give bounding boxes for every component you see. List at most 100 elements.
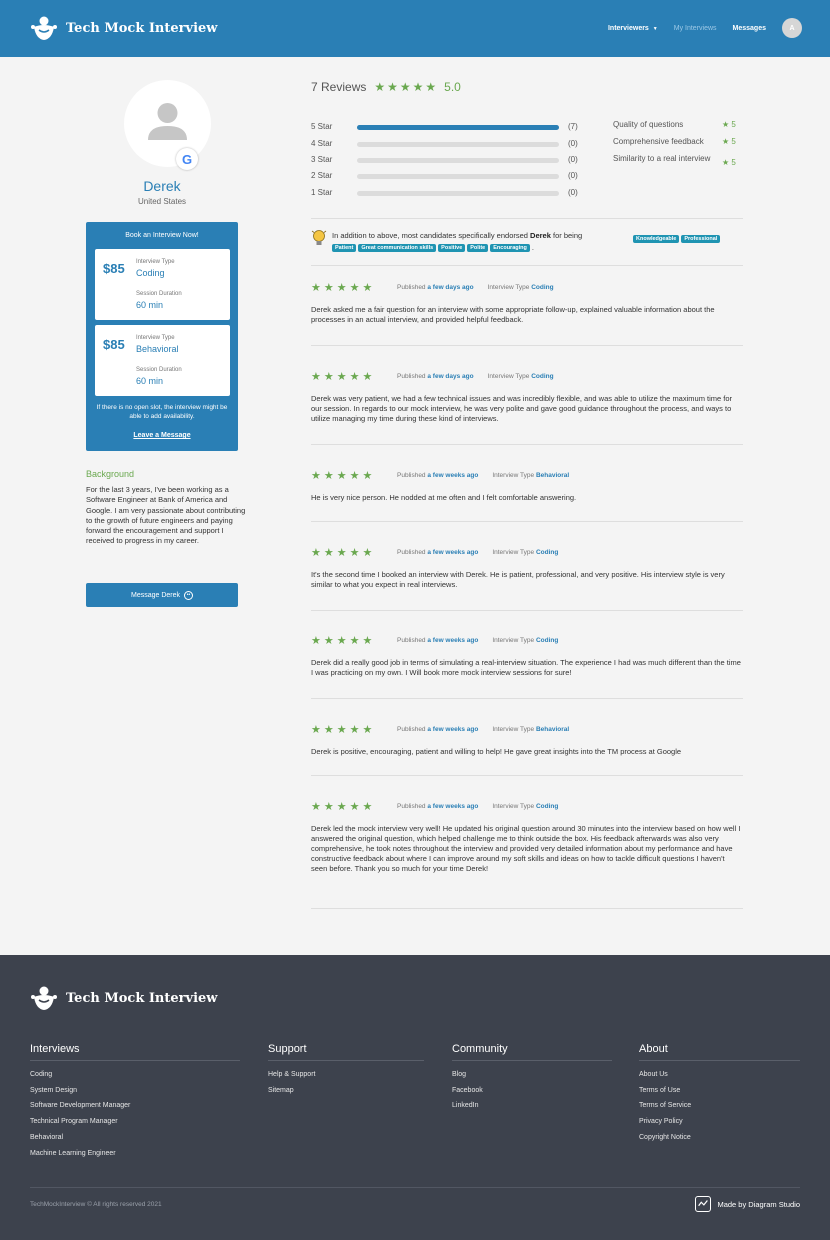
review-meta: Published a few days ago Interview Type C…	[397, 284, 554, 291]
footer-link[interactable]: Technical Program Manager	[30, 1114, 240, 1130]
footer-link[interactable]: Sitemap	[268, 1083, 424, 1099]
rating-bar-4: 4 Star (0)	[311, 139, 591, 151]
endorsement-end: .	[531, 243, 534, 252]
published-label: Published	[397, 549, 426, 556]
review-meta: Published a few weeks ago Interview Type …	[397, 472, 569, 479]
footer-link[interactable]: Machine Learning Engineer	[30, 1146, 240, 1162]
message-button-label: Message Derek	[130, 591, 181, 599]
divider	[311, 265, 743, 266]
interview-type-value: Behavioral	[136, 344, 179, 354]
rating-bar-5: 5 Star (7)	[311, 122, 591, 134]
footer-link[interactable]: System Design	[30, 1083, 240, 1099]
footer-link[interactable]: Copyright Notice	[639, 1130, 800, 1146]
session-duration-label: Session Duration	[136, 291, 182, 297]
session-duration-label: Session Duration	[136, 367, 182, 373]
footer-link[interactable]: Privacy Policy	[639, 1114, 800, 1130]
lightbulb-icon	[311, 230, 327, 245]
nav-my-interviews[interactable]: My Interviews	[674, 25, 717, 32]
footer-brand-logo[interactable]: Tech Mock Interview	[30, 985, 217, 1011]
tag-great-communication: Great communication skills	[358, 244, 437, 253]
endorsement-tags: Knowledgeable Professional	[633, 230, 722, 248]
footer-col-community: Community Blog Facebook LinkedIn	[452, 1043, 612, 1114]
session-duration-value: 60 min	[136, 376, 164, 386]
footer-link[interactable]: Coding	[30, 1067, 240, 1083]
tag-patient: Patient	[332, 244, 357, 253]
message-derek-button[interactable]: Message Derek ••	[86, 583, 238, 607]
review-stars-icon: ★★★★★	[311, 470, 376, 482]
divider	[311, 345, 743, 346]
interview-type-label: Interview Type	[492, 803, 535, 810]
review-text: Derek asked me a fair question for an in…	[311, 305, 715, 324]
review-text: Derek led the mock interview very well! …	[311, 824, 741, 873]
interview-type-label: Interview Type	[492, 549, 535, 556]
nav-links: Interviewers ▼ My Interviews Messages A	[592, 18, 802, 38]
endorsement-suffix: for being	[553, 231, 583, 240]
footer-col-support: Support Help & Support Sitemap	[268, 1043, 424, 1098]
review-text: He is very nice person. He nodded at me …	[311, 493, 577, 502]
review-stars-icon: ★★★★★	[311, 724, 376, 736]
profile-name: Derek	[143, 178, 181, 194]
nav-messages[interactable]: Messages	[733, 25, 766, 32]
footer-link[interactable]: Blog	[452, 1067, 612, 1083]
made-by-label: Made by Diagram Studio	[717, 1199, 800, 1209]
rating-bar-track	[357, 174, 559, 179]
published-label: Published	[397, 284, 426, 291]
user-avatar[interactable]: A	[782, 18, 802, 38]
quality-value: ★ 5	[722, 158, 736, 167]
rating-bar-track	[357, 158, 559, 163]
divider	[311, 444, 743, 445]
review-text: Derek was very patient, we had a few tec…	[311, 394, 733, 423]
rating-bar-count: (0)	[568, 188, 578, 197]
published-label: Published	[397, 803, 426, 810]
footer-link[interactable]: Help & Support	[268, 1067, 424, 1083]
rating-bar-count: (7)	[568, 122, 578, 131]
review-date: a few days ago	[427, 284, 474, 291]
session-card-coding[interactable]: $85 Interview Type Coding Session Durati…	[95, 249, 230, 320]
review-type: Coding	[535, 803, 559, 810]
footer-col-title: Community	[452, 1043, 612, 1061]
profile-country: United States	[137, 197, 187, 206]
review-text: It's the second time I booked an intervi…	[311, 570, 725, 589]
review-meta: Published a few weeks ago Interview Type …	[397, 549, 558, 556]
footer-col-title: About	[639, 1043, 800, 1061]
reviews-count: 7 Reviews	[311, 80, 367, 94]
review-type: Behavioral	[535, 472, 570, 479]
tag-polite: Polite	[467, 244, 489, 253]
leave-message-link[interactable]: Leave a Message	[86, 432, 238, 439]
footer-col-title: Support	[268, 1043, 424, 1061]
interview-type-value: Coding	[136, 268, 165, 278]
review-type: Behavioral	[535, 726, 570, 733]
rating-bar-1: 1 Star (0)	[311, 188, 591, 200]
footer-link[interactable]: Terms of Use	[639, 1083, 800, 1099]
endorsement-name: Derek	[530, 231, 551, 240]
rating-bar-label: 2 Star	[311, 171, 333, 180]
interview-type-label: Interview Type	[136, 335, 175, 341]
interview-type-label: Interview Type	[492, 472, 535, 479]
brand-title: Tech Mock Interview	[66, 20, 218, 36]
footer-col-title: Interviews	[30, 1043, 240, 1061]
footer-link[interactable]: Behavioral	[30, 1130, 240, 1146]
divider	[311, 775, 743, 776]
footer-col-about: About About Us Terms of Use Terms of Ser…	[639, 1043, 800, 1146]
rating-bar-fill	[357, 125, 559, 130]
rating-bar-label: 4 Star	[311, 139, 333, 148]
review-date: a few weeks ago	[427, 549, 479, 556]
session-card-behavioral[interactable]: $85 Interview Type Behavioral Session Du…	[95, 325, 230, 396]
review-stars-icon: ★★★★★	[311, 801, 376, 813]
diagram-studio-icon	[695, 1196, 712, 1212]
footer-link[interactable]: Software Development Manager	[30, 1098, 240, 1114]
user-placeholder-icon	[148, 103, 187, 140]
footer-link[interactable]: Terms of Service	[639, 1098, 800, 1114]
footer-link[interactable]: About Us	[639, 1067, 800, 1083]
google-icon: G	[176, 148, 198, 170]
endorsement-tags: Patient Great communication skills Positiv…	[332, 243, 534, 253]
brand-logo[interactable]: Tech Mock Interview	[30, 15, 217, 41]
review-type: Coding	[535, 637, 559, 644]
tag-encouraging: Encouraging	[490, 244, 530, 253]
footer-divider	[30, 1187, 800, 1188]
footer-link[interactable]: LinkedIn	[452, 1098, 612, 1114]
footer-link[interactable]: Facebook	[452, 1083, 612, 1099]
nav-interviewers[interactable]: Interviewers ▼	[608, 25, 658, 32]
made-by-link[interactable]: Made by Diagram Studio	[695, 1196, 800, 1212]
rating-bar-label: 3 Star	[311, 155, 333, 164]
